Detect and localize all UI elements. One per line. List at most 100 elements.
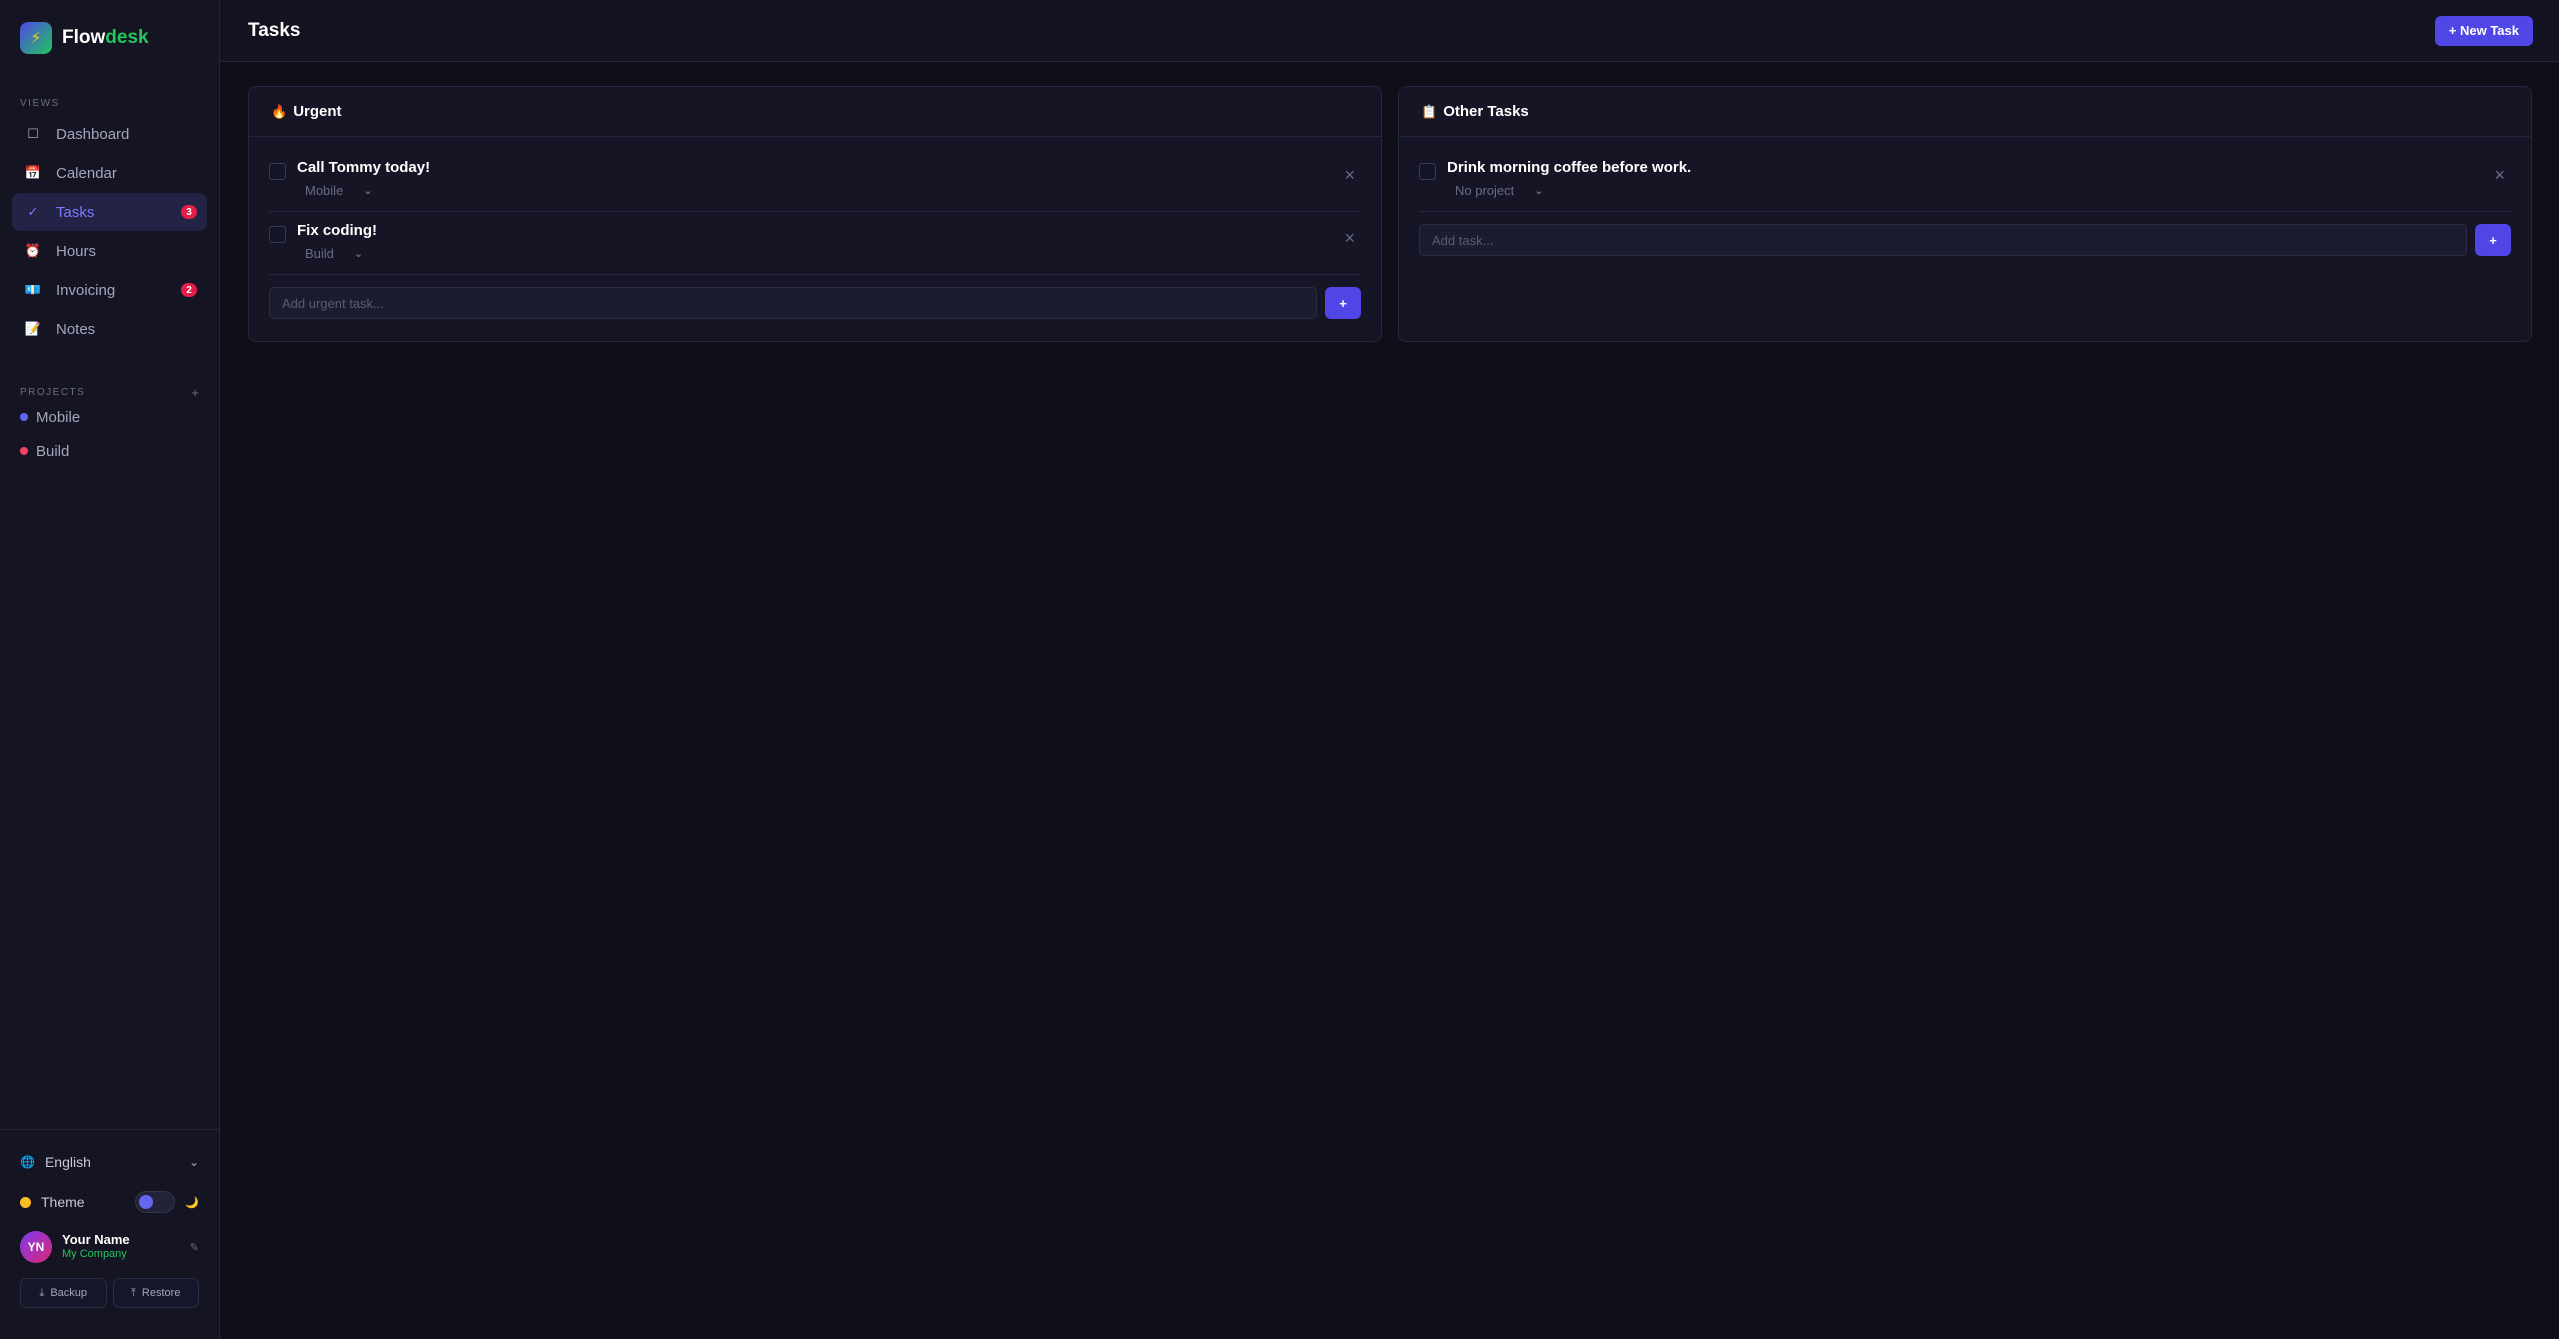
- calendar-icon: 📅: [24, 165, 42, 180]
- sidebar-item-label: Invoicing: [56, 281, 116, 299]
- task-checkbox[interactable]: [1419, 163, 1436, 180]
- task-title[interactable]: Fix coding!: [297, 222, 377, 239]
- new-task-button[interactable]: + New Task: [2434, 15, 2533, 46]
- sidebar-item-label: Tasks: [56, 203, 95, 221]
- delete-task-icon[interactable]: ×: [1344, 228, 1355, 249]
- task-list: Drink morning coffee before work. No pro…: [1399, 137, 2531, 256]
- chevron-down-icon: ⌄: [188, 1155, 199, 1169]
- memo-icon: 📝: [24, 321, 42, 336]
- alarm-clock-icon: ⏰: [24, 243, 42, 258]
- project-label: Mobile: [36, 408, 81, 426]
- views-section-label: VIEWS: [20, 98, 60, 109]
- sidebar-footer: 🌐 English ⌄ Theme 🌙 YN Your Name My Comp…: [0, 1129, 219, 1339]
- restore-button[interactable]: ⤒ Restore: [112, 1278, 199, 1308]
- task-item: Fix coding! Build ⌄ ×: [269, 212, 1361, 275]
- globe-icon: 🌐: [20, 1155, 35, 1169]
- top-bar: Tasks + New Task: [220, 0, 2559, 62]
- lightning-logo-icon: ⚡: [20, 22, 52, 54]
- avatar: YN: [20, 1231, 52, 1263]
- theme-label: Theme: [41, 1194, 85, 1210]
- task-project-value: Build: [305, 246, 334, 261]
- delete-task-icon[interactable]: ×: [1344, 165, 1355, 186]
- sidebar-item-label: Dashboard: [56, 125, 130, 143]
- panel-title: Other Tasks: [1443, 103, 1529, 120]
- main-content: Tasks + New Task 🔥 Urgent Call Tommy tod…: [220, 0, 2559, 1339]
- add-urgent-task-input[interactable]: [269, 287, 1317, 319]
- brand-name-part2: desk: [105, 27, 149, 48]
- user-company: My Company: [62, 1248, 127, 1260]
- project-color-dot: [20, 447, 28, 455]
- invoicing-count-badge: 2: [181, 283, 197, 297]
- sidebar-item-label: Calendar: [56, 164, 117, 182]
- chevron-down-icon: ⌄: [353, 248, 364, 260]
- projects-header: PROJECTS +: [0, 385, 219, 400]
- sidebar-item-hours[interactable]: ⏰ Hours: [12, 232, 207, 270]
- clipboard-icon: 📋: [1421, 103, 1438, 119]
- task-item: Drink morning coffee before work. No pro…: [1419, 149, 2511, 212]
- add-task-input[interactable]: [1419, 224, 2467, 256]
- backup-restore-row: ⤓ Backup ⤒ Restore: [20, 1278, 199, 1308]
- brand-name-part1: Flow: [62, 27, 106, 48]
- projects-section-label: PROJECTS: [20, 387, 86, 398]
- checkmark-icon: ✓: [27, 204, 39, 219]
- app: ⚡ Flowdesk VIEWS ☐ Dashboard 📅 Calendar …: [0, 0, 2559, 1339]
- sidebar-item-dashboard[interactable]: ☐ Dashboard: [12, 115, 207, 153]
- other-tasks-panel: 📋 Other Tasks Drink morning coffee befor…: [1398, 86, 2532, 342]
- sidebar-item-invoicing[interactable]: 💶 Invoicing 2: [12, 271, 207, 309]
- add-task-row: +: [1419, 224, 2511, 256]
- restore-label: Restore: [141, 1287, 181, 1299]
- sidebar-item-label: Notes: [56, 320, 96, 338]
- delete-task-icon[interactable]: ×: [2494, 165, 2505, 186]
- task-project-select[interactable]: Build ⌄: [305, 246, 363, 261]
- task-project-value: No project: [1455, 183, 1515, 198]
- upload-icon: ⤒: [131, 1286, 136, 1299]
- panel-title: Urgent: [293, 103, 342, 120]
- page-title: Tasks: [248, 19, 301, 41]
- backup-label: Backup: [50, 1287, 88, 1299]
- task-project-select[interactable]: Mobile ⌄: [305, 183, 373, 198]
- brand-name: Flowdesk: [62, 27, 149, 49]
- backup-button[interactable]: ⤓ Backup: [20, 1278, 107, 1308]
- dashboard-icon: ☐: [27, 126, 39, 141]
- edit-pencil-icon[interactable]: ✎: [190, 1241, 199, 1254]
- task-item: Call Tommy today! Mobile ⌄ ×: [269, 149, 1361, 212]
- sidebar: ⚡ Flowdesk VIEWS ☐ Dashboard 📅 Calendar …: [0, 0, 220, 1339]
- task-checkbox[interactable]: [269, 226, 286, 243]
- panel-header: 📋 Other Tasks: [1399, 87, 2531, 137]
- project-color-dot: [20, 413, 28, 421]
- task-checkbox[interactable]: [269, 163, 286, 180]
- toggle-knob: [139, 1195, 154, 1209]
- task-title[interactable]: Drink morning coffee before work.: [1447, 159, 1691, 176]
- moon-icon: 🌙: [185, 1196, 199, 1209]
- project-item-build[interactable]: Build: [0, 434, 219, 468]
- user-name: Your Name: [62, 1232, 130, 1247]
- add-task-button[interactable]: +: [2475, 224, 2511, 256]
- sidebar-item-label: Hours: [56, 242, 97, 260]
- tasks-count-badge: 3: [181, 205, 197, 219]
- panel-header: 🔥 Urgent: [249, 87, 1381, 137]
- sun-icon: [20, 1196, 31, 1208]
- task-columns: 🔥 Urgent Call Tommy today! Mobile ⌄ × Fi…: [220, 62, 2559, 342]
- project-label: Build: [36, 442, 70, 460]
- sidebar-item-tasks[interactable]: ✓ Tasks 3: [12, 193, 207, 231]
- user-profile[interactable]: YN Your Name My Company ✎: [20, 1224, 199, 1270]
- theme-row: Theme 🌙: [20, 1182, 199, 1222]
- brand[interactable]: ⚡ Flowdesk: [0, 0, 219, 76]
- fire-icon: 🔥: [271, 103, 288, 119]
- task-project-value: Mobile: [305, 183, 344, 198]
- sidebar-item-calendar[interactable]: 📅 Calendar: [12, 154, 207, 192]
- add-project-button[interactable]: +: [191, 385, 199, 400]
- urgent-panel: 🔥 Urgent Call Tommy today! Mobile ⌄ × Fi…: [248, 86, 1382, 342]
- language-select[interactable]: 🌐 English ⌄: [20, 1142, 199, 1182]
- sidebar-item-notes[interactable]: 📝 Notes: [12, 310, 207, 348]
- task-project-select[interactable]: No project ⌄: [1455, 183, 1543, 198]
- language-value: English: [44, 1154, 91, 1170]
- download-icon: ⤓: [39, 1286, 45, 1299]
- task-title[interactable]: Call Tommy today!: [297, 159, 430, 176]
- project-item-mobile[interactable]: Mobile: [0, 400, 219, 434]
- user-info: Your Name My Company: [62, 1233, 130, 1261]
- theme-toggle[interactable]: [135, 1191, 176, 1213]
- money-icon: 💶: [24, 282, 42, 297]
- chevron-down-icon: ⌄: [1534, 185, 1544, 197]
- add-urgent-task-button[interactable]: +: [1325, 287, 1361, 319]
